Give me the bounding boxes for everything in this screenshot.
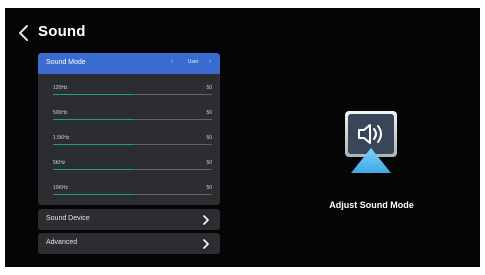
eq-band-label: 1.5KHz	[53, 135, 70, 141]
sound-mode-panel: Sound Mode ‹ User › 120Hz 50 500Hz 50 1.…	[38, 53, 220, 205]
chevron-right-icon	[203, 215, 209, 225]
preview-caption: Adjust Sound Mode	[329, 200, 414, 210]
eq-slider-track[interactable]	[53, 144, 212, 145]
sound-device-label: Sound Device	[46, 215, 90, 222]
eq-slider-track[interactable]	[53, 119, 212, 120]
mode-next-arrow-icon[interactable]: ›	[209, 58, 211, 65]
eq-band-label: 5KHz	[53, 160, 66, 166]
sound-mode-label: Sound Mode	[46, 59, 86, 66]
eq-slider-track[interactable]	[53, 194, 212, 195]
eq-band-label: 500Hz	[53, 110, 68, 116]
eq-band-value: 50	[206, 160, 212, 166]
eq-slider-1-5khz[interactable]: 1.5KHz 50	[53, 131, 212, 151]
eq-slider-fill	[53, 144, 133, 145]
back-chevron-icon[interactable]	[18, 24, 30, 42]
eq-slider-10khz[interactable]: 10KHz 50	[53, 181, 212, 201]
eq-slider-fill	[53, 169, 133, 170]
eq-slider-fill	[53, 94, 133, 95]
eq-slider-track[interactable]	[53, 169, 212, 170]
page-title: Sound	[38, 23, 86, 40]
eq-slider-fill	[53, 119, 133, 120]
eq-slider-120hz[interactable]: 120Hz 50	[53, 81, 212, 101]
eq-band-value: 50	[206, 185, 212, 191]
chevron-right-icon	[203, 239, 209, 249]
mode-prev-arrow-icon[interactable]: ‹	[171, 58, 173, 65]
eq-band-label: 120Hz	[53, 85, 68, 91]
eq-band-label: 10KHz	[53, 185, 69, 191]
advanced-menu-item[interactable]: Advanced	[38, 233, 220, 254]
eq-slider-track[interactable]	[53, 94, 212, 95]
eq-band-value: 50	[206, 110, 212, 116]
sound-mode-selector[interactable]: Sound Mode ‹ User ›	[38, 53, 220, 74]
speaker-icon	[343, 110, 399, 179]
eq-slider-fill	[53, 194, 133, 195]
eq-band-value: 50	[206, 135, 212, 141]
sound-device-menu-item[interactable]: Sound Device	[38, 209, 220, 230]
eq-slider-5khz[interactable]: 5KHz 50	[53, 156, 212, 176]
eq-slider-500hz[interactable]: 500Hz 50	[53, 106, 212, 126]
advanced-label: Advanced	[46, 239, 78, 246]
sound-settings-screen: Sound Sound Mode ‹ User › 120Hz 50 500Hz…	[5, 8, 480, 267]
eq-band-value: 50	[206, 85, 212, 91]
sound-mode-value: User	[187, 59, 199, 65]
